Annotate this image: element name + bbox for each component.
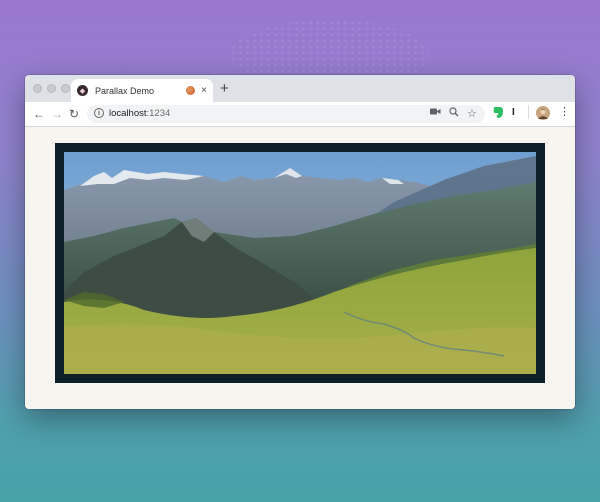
url-port: :1234	[146, 108, 171, 119]
tab-parallax-demo[interactable]: ◆ Parallax Demo ×	[71, 79, 213, 102]
minimize-window-button[interactable]	[47, 84, 56, 93]
browser-toolbar: ← → ↻ i localhost:1234 ☆ I ⋮	[25, 102, 575, 127]
avatar[interactable]	[536, 106, 550, 125]
page-content	[25, 127, 575, 409]
hero-image	[64, 152, 536, 374]
hero-frame	[55, 143, 545, 383]
star-icon[interactable]: ☆	[467, 107, 477, 121]
info-icon[interactable]: i	[94, 108, 104, 118]
browser-window: ◆ Parallax Demo × + ← → ↻ i localhost:12…	[25, 75, 575, 409]
back-button[interactable]: ←	[33, 106, 45, 122]
zoom-icon[interactable]	[449, 107, 459, 122]
tab-title: Parallax Demo	[95, 85, 155, 96]
camera-icon[interactable]	[430, 107, 441, 121]
tab-strip: ◆ Parallax Demo × +	[25, 75, 575, 102]
reload-button[interactable]: ↻	[69, 106, 79, 122]
audio-playing-icon[interactable]	[186, 86, 196, 95]
address-bar[interactable]: i localhost:1234 ☆	[87, 105, 485, 123]
toolbar-divider	[528, 105, 529, 119]
url-text[interactable]: localhost:1234	[109, 107, 170, 121]
new-tab-button[interactable]: +	[220, 81, 229, 96]
menu-icon[interactable]: ⋮	[559, 105, 570, 119]
evernote-icon[interactable]	[492, 106, 504, 124]
forward-button[interactable]: →	[51, 106, 63, 122]
tab-close-icon[interactable]: ×	[201, 85, 207, 96]
extension-icon[interactable]: I	[512, 107, 515, 118]
close-window-button[interactable]	[33, 84, 42, 93]
parallax-favicon-icon: ◆	[77, 85, 88, 96]
url-host: localhost	[109, 108, 147, 119]
maximize-window-button[interactable]	[61, 84, 70, 93]
window-controls	[33, 84, 70, 93]
